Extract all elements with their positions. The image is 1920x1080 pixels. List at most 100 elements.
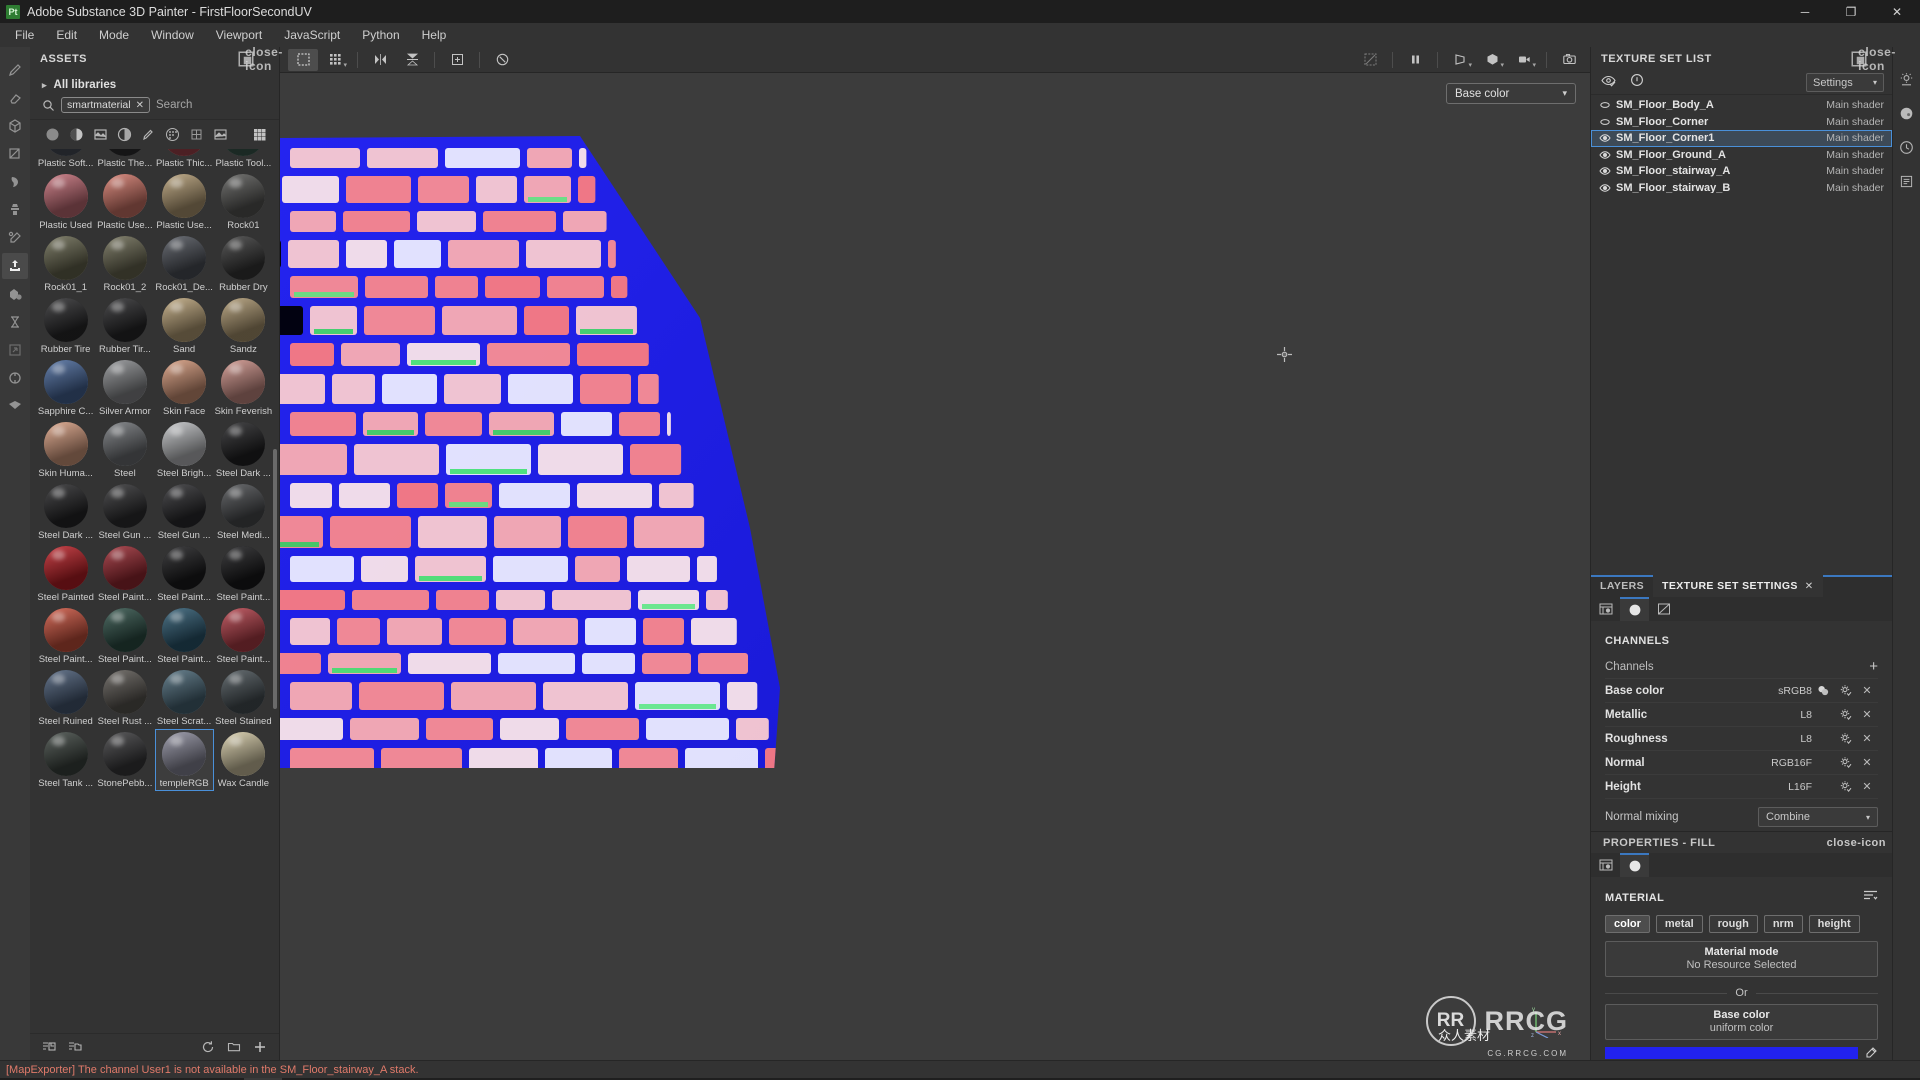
asset-cell[interactable]: StonePebb...	[95, 729, 154, 791]
base-color-button[interactable]: Base color uniform color	[1605, 1004, 1878, 1040]
close-icon[interactable]: close-icon	[1858, 45, 1895, 73]
asset-cell[interactable]: Steel Dark ...	[36, 481, 95, 543]
remove-channel-icon[interactable]: ✕	[1856, 708, 1878, 721]
texture-set-row[interactable]: SM_Floor_Body_A Main shader	[1591, 97, 1892, 114]
eye-hidden-icon[interactable]	[1599, 100, 1614, 110]
search-tag-smartmaterial[interactable]: smartmaterial ✕	[61, 97, 150, 113]
toggle-visibility-icon[interactable]	[1601, 74, 1616, 92]
asset-cell[interactable]: Plastic Use...	[95, 171, 154, 233]
texture-set-row[interactable]: SM_Floor_Ground_A Main shader	[1591, 147, 1892, 164]
smudge-icon[interactable]	[2, 169, 28, 195]
asset-cell[interactable]: Silver Armor	[95, 357, 154, 419]
asset-cell[interactable]: Steel Tank ...	[36, 729, 95, 791]
asset-cell[interactable]: Wax Candle	[214, 729, 273, 791]
asset-cell[interactable]: Plastic Thic...	[155, 149, 214, 171]
asset-cell[interactable]: Skin Feverish	[214, 357, 273, 419]
display-mode-icon[interactable]: ▾	[1445, 49, 1475, 71]
uv-select-icon[interactable]	[288, 48, 318, 71]
menu-edit[interactable]: Edit	[45, 25, 88, 45]
menu-python[interactable]: Python	[351, 25, 410, 45]
color-space-icon[interactable]	[1812, 684, 1834, 697]
remove-channel-icon[interactable]: ✕	[1856, 756, 1878, 769]
base-color-swatch[interactable]	[1605, 1047, 1858, 1059]
reset-rotation-icon[interactable]	[487, 49, 517, 71]
screenshot-icon[interactable]	[1554, 49, 1584, 71]
clone-stamp-icon[interactable]	[2, 197, 28, 223]
hourglass-icon[interactable]	[2, 309, 28, 335]
menu-window[interactable]: Window	[140, 25, 205, 45]
eraser-icon[interactable]	[2, 85, 28, 111]
channel-settings-gear-icon[interactable]	[1834, 708, 1856, 721]
paint-brush-icon[interactable]	[2, 57, 28, 83]
texture-set-row[interactable]: SM_Floor_stairway_B Main shader	[1591, 180, 1892, 193]
symmetry-icon[interactable]	[365, 49, 395, 71]
alpha-filter-icon[interactable]	[112, 124, 136, 144]
projection-icon[interactable]	[2, 113, 28, 139]
search-input[interactable]: Search	[156, 99, 192, 111]
asset-cell[interactable]: Steel Paint...	[36, 605, 95, 667]
eyedropper-icon[interactable]	[1864, 1046, 1878, 1060]
grid-filter-icon[interactable]	[184, 124, 208, 144]
asset-cell[interactable]: Steel Scrat...	[155, 667, 214, 729]
asset-cell[interactable]: Steel Painted	[36, 543, 95, 605]
minimize-button[interactable]: ─	[1782, 0, 1828, 23]
shading-mode-icon[interactable]: ▾	[1477, 49, 1507, 71]
material-chip-metal[interactable]: metal	[1655, 915, 1703, 933]
asset-cell[interactable]: Plastic Soft...	[36, 149, 95, 171]
shelf-icon[interactable]	[2, 393, 28, 419]
history-rail-icon[interactable]	[1897, 137, 1917, 157]
remove-channel-icon[interactable]: ✕	[1856, 684, 1878, 697]
folder-icon[interactable]	[225, 1038, 243, 1056]
asset-cell[interactable]: Plastic Used	[36, 171, 95, 233]
hide-mesh-icon[interactable]	[1355, 49, 1385, 71]
normal-mixing-dropdown[interactable]: Combine ▾	[1758, 807, 1878, 827]
asset-cell[interactable]: Plastic Use...	[155, 171, 214, 233]
mirror-plane-icon[interactable]	[397, 49, 427, 71]
asset-cell[interactable]: Rock01_2	[95, 233, 154, 295]
channel-row[interactable]: Metallic L8 ✕	[1605, 703, 1878, 727]
material-chip-height[interactable]: height	[1808, 915, 1860, 933]
material-chip-color[interactable]: color	[1605, 915, 1650, 933]
asset-cell[interactable]: Sand	[155, 295, 214, 357]
eye-visible-icon[interactable]	[1599, 150, 1614, 160]
menu-mode[interactable]: Mode	[88, 25, 140, 45]
menu-help[interactable]: Help	[411, 25, 458, 45]
close-icon[interactable]: close-icon	[245, 45, 282, 73]
polygon-fill-icon[interactable]	[2, 141, 28, 167]
channel-row[interactable]: Base color sRGB8 ✕	[1605, 679, 1878, 703]
asset-cell[interactable]: Steel Dark ...	[214, 419, 273, 481]
close-icon[interactable]: close-icon	[1827, 837, 1886, 849]
eye-visible-icon[interactable]	[1599, 133, 1614, 143]
close-icon[interactable]: ✕	[1805, 581, 1814, 592]
channel-row[interactable]: Normal RGB16F ✕	[1605, 751, 1878, 775]
asset-cell[interactable]: Steel Stained	[214, 667, 273, 729]
texture-grid-icon[interactable]: ▾	[320, 49, 350, 71]
asset-cell[interactable]: Steel	[95, 419, 154, 481]
export-icon[interactable]	[2, 253, 28, 279]
material-filter-icon[interactable]	[64, 124, 88, 144]
asset-cell[interactable]: Steel Paint...	[95, 543, 154, 605]
eye-hidden-icon[interactable]	[1599, 117, 1614, 127]
tab-texture-set-settings[interactable]: TEXTURE SET SETTINGS ✕	[1653, 575, 1823, 597]
maximize-button[interactable]: ❐	[1828, 0, 1874, 23]
asset-cell[interactable]: Steel Paint...	[155, 605, 214, 667]
search-tag-remove-icon[interactable]: ✕	[136, 100, 144, 111]
resize-icon[interactable]	[2, 337, 28, 363]
env-filter-icon[interactable]	[208, 124, 232, 144]
properties-icon[interactable]	[1591, 853, 1620, 877]
asset-cell[interactable]: Sandz	[214, 295, 273, 357]
asset-cell[interactable]: Steel Paint...	[214, 605, 273, 667]
texture-set-row[interactable]: SM_Floor_Corner Main shader	[1591, 114, 1892, 131]
asset-cell[interactable]: Plastic The...	[95, 149, 154, 171]
sphere-filter-icon[interactable]	[40, 124, 64, 144]
channel-select-dropdown[interactable]: Base color ▾	[1446, 83, 1576, 104]
asset-cell[interactable]: Rubber Tire	[36, 295, 95, 357]
material-chip-nrm[interactable]: nrm	[1763, 915, 1803, 933]
log-rail-icon[interactable]	[1897, 171, 1917, 191]
menu-file[interactable]: File	[4, 25, 45, 45]
channel-row[interactable]: Roughness L8 ✕	[1605, 727, 1878, 751]
texture-filter-icon[interactable]	[88, 124, 112, 144]
asset-cell[interactable]: Skin Face	[155, 357, 214, 419]
asset-cell[interactable]: Rubber Tir...	[95, 295, 154, 357]
display-settings-icon[interactable]	[1649, 597, 1678, 621]
